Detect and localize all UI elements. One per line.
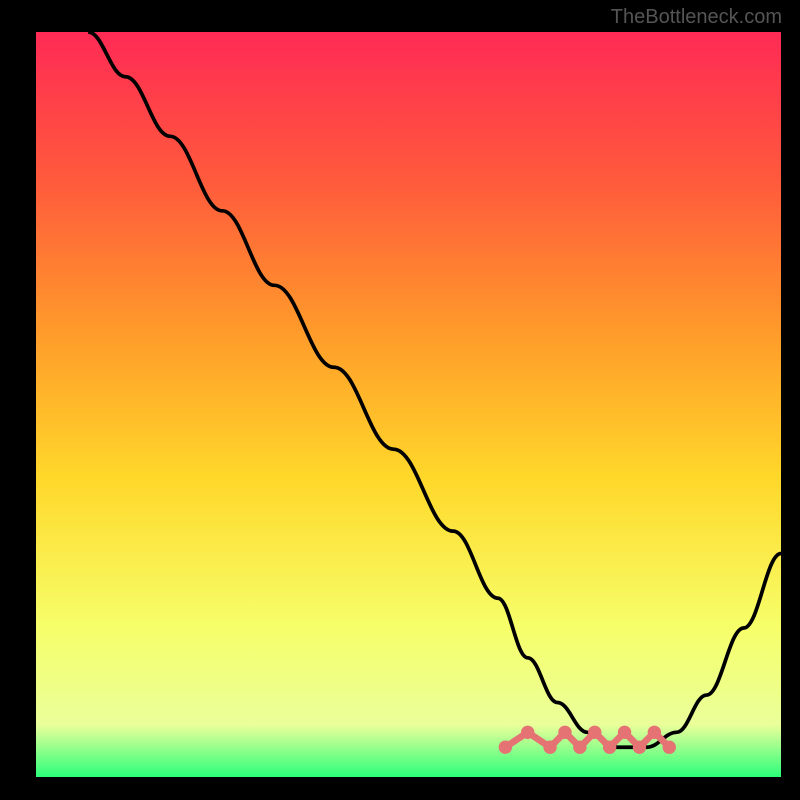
plot-area — [36, 32, 781, 777]
gradient-background — [36, 32, 781, 777]
watermark-text: TheBottleneck.com — [611, 6, 782, 29]
chart-svg — [36, 32, 781, 777]
chart-container: TheBottleneck.com — [0, 0, 800, 800]
